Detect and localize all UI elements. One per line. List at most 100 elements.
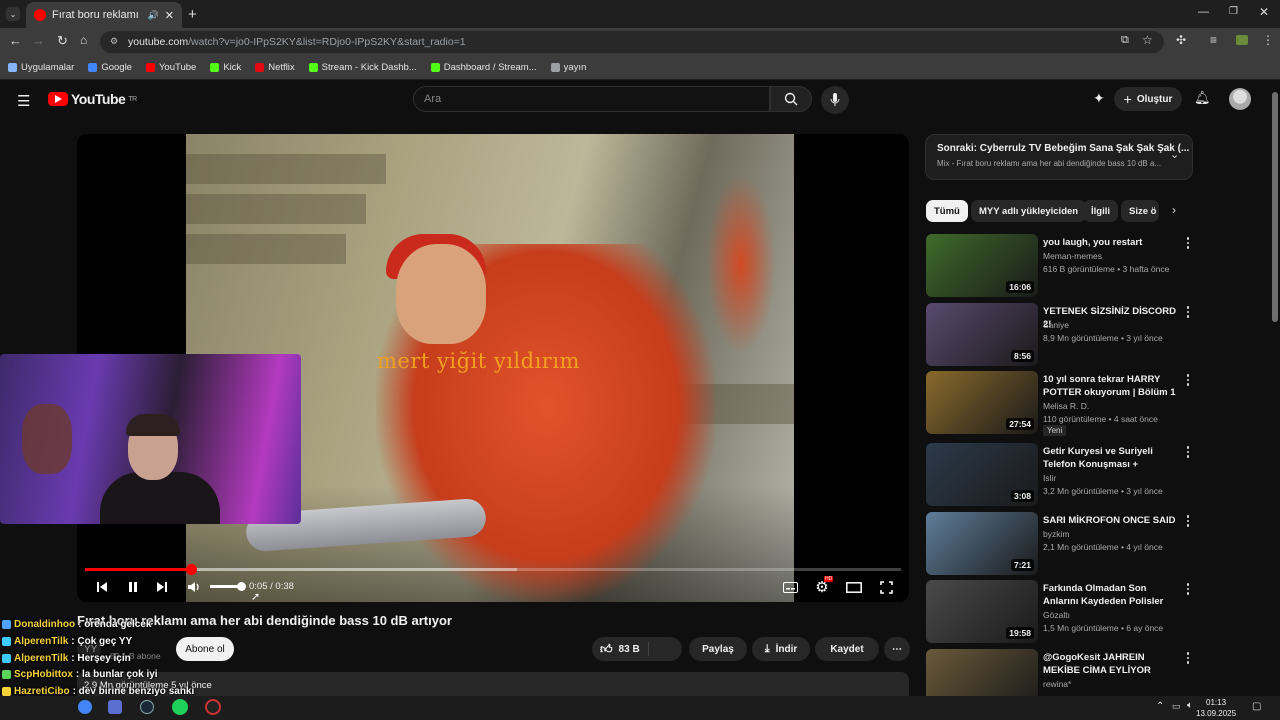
site-info-icon[interactable]: ⚙ bbox=[110, 36, 118, 47]
minimize-icon[interactable]: — bbox=[1198, 6, 1209, 18]
volume-slider[interactable] bbox=[210, 585, 240, 588]
restore-icon[interactable]: ❐ bbox=[1229, 6, 1238, 17]
taskbar-clock[interactable]: 01:13 13.09.2025 bbox=[1196, 697, 1236, 719]
recommended-video-title[interactable]: @GogoKesit JAHREIN MEKİBE CİMA EYLİYOR İ… bbox=[1043, 651, 1181, 677]
bookmark-item[interactable]: YouTube bbox=[145, 62, 196, 73]
address-bar[interactable]: youtube.com/watch?v=jo0-IPpS2KY&list=RDj… bbox=[100, 31, 1164, 53]
more-actions-button[interactable]: ⋯ bbox=[884, 637, 910, 661]
recommended-channel-name[interactable]: Gözaltı bbox=[1043, 610, 1070, 620]
save-button[interactable]: Kaydet bbox=[815, 637, 879, 661]
tab-close-icon[interactable]: ✕ bbox=[165, 9, 174, 22]
bookmark-item[interactable]: Uygulamalar bbox=[8, 62, 74, 73]
tab-search-icon[interactable]: ⌄ bbox=[6, 7, 20, 21]
bookmark-item[interactable]: yayın bbox=[550, 62, 586, 73]
chip-all[interactable]: Tümü bbox=[926, 200, 968, 222]
bookmark-item[interactable]: Netflix bbox=[255, 62, 295, 73]
voice-search-button[interactable] bbox=[821, 86, 849, 114]
mute-button[interactable] bbox=[185, 578, 203, 596]
recommended-video-title[interactable]: SARI MİKROFON ONCE SAID bbox=[1043, 514, 1181, 527]
chevron-right-icon[interactable]: › bbox=[1172, 203, 1176, 217]
video-thumbnail[interactable]: 7:21 bbox=[926, 512, 1038, 575]
recommended-video[interactable]: 16:06 you laugh, you restart Meman-memes 61… bbox=[925, 234, 1200, 298]
more-vertical-icon[interactable] bbox=[1181, 445, 1195, 459]
fullscreen-button[interactable] bbox=[877, 578, 895, 596]
chip-related[interactable]: İlgili bbox=[1083, 200, 1118, 222]
tray-chevron-icon[interactable]: ⌃ bbox=[1156, 701, 1164, 712]
recommended-video[interactable]: 19:58 Farkında Olmadan Son Anlarını Kayde… bbox=[925, 580, 1200, 644]
progress-bar[interactable] bbox=[85, 564, 901, 575]
like-button[interactable]: 👍︎ 83 B bbox=[592, 637, 682, 661]
scrollbar-thumb[interactable] bbox=[1272, 92, 1278, 322]
recommended-channel-name[interactable]: byzkim bbox=[1043, 529, 1069, 539]
recommended-video-title[interactable]: Getir Kuryesi ve Suriyeli Telefon Konuşm… bbox=[1043, 445, 1181, 471]
recommended-channel-name[interactable]: Melisa R. D. bbox=[1043, 401, 1089, 411]
chevron-down-icon[interactable]: ⌄ bbox=[1170, 148, 1179, 161]
chrome-taskbar-icon[interactable] bbox=[78, 700, 92, 714]
video-thumbnail[interactable]: 8:56 bbox=[926, 303, 1038, 366]
sparkle-icon[interactable]: ✦ bbox=[1093, 90, 1105, 107]
settings-button[interactable]: ⚙ HD bbox=[813, 576, 834, 596]
notifications-bell-icon[interactable]: 🔔︎ bbox=[1194, 90, 1211, 106]
recommended-video-title[interactable]: you laugh, you restart bbox=[1043, 236, 1181, 249]
account-avatar[interactable] bbox=[1229, 88, 1251, 110]
discord-taskbar-icon[interactable] bbox=[108, 700, 122, 714]
volume-handle[interactable] bbox=[237, 582, 246, 591]
subtitles-button[interactable] bbox=[781, 578, 799, 596]
recommended-channel-name[interactable]: Islir bbox=[1043, 473, 1056, 483]
recommended-video[interactable]: 27:54 10 yıl sonra tekrar HARRY POTTER ok… bbox=[925, 371, 1200, 436]
recommended-video-title[interactable]: 10 yıl sonra tekrar HARRY POTTER okuyoru… bbox=[1043, 373, 1181, 399]
recommended-video[interactable]: 3:08 Getir Kuryesi ve Suriyeli Telefon Ko… bbox=[925, 443, 1200, 507]
browser-tab[interactable]: Fırat boru reklamı ama her abi 🔊 ✕ bbox=[26, 2, 182, 28]
more-vertical-icon[interactable] bbox=[1181, 373, 1195, 387]
obs-taskbar-icon[interactable] bbox=[205, 699, 221, 715]
more-vertical-icon[interactable] bbox=[1181, 236, 1195, 250]
audio-playing-icon[interactable]: 🔊 bbox=[148, 10, 159, 21]
download-button[interactable]: ⤓ İndir bbox=[752, 637, 810, 661]
next-button[interactable] bbox=[153, 578, 171, 596]
search-button[interactable] bbox=[770, 86, 812, 112]
more-vertical-icon[interactable] bbox=[1181, 651, 1195, 665]
steam-taskbar-icon[interactable] bbox=[140, 700, 154, 714]
subscribe-button[interactable]: Abone ol bbox=[176, 637, 234, 661]
more-vertical-icon[interactable] bbox=[1181, 514, 1195, 528]
recommended-video-title[interactable]: Farkında Olmadan Son Anlarını Kaydeden P… bbox=[1043, 582, 1181, 608]
video-thumbnail[interactable]: 19:58 bbox=[926, 580, 1038, 643]
recommended-channel-name[interactable]: rewina* bbox=[1043, 679, 1071, 689]
new-tab-icon[interactable]: + bbox=[188, 6, 197, 23]
recommended-video[interactable]: 8:56 YETENEK SİZSİNİZ DİSCORD 2! Saniye 8,9… bbox=[925, 303, 1200, 367]
recommended-channel-name[interactable]: Meman-memes bbox=[1043, 251, 1102, 261]
bookmark-item[interactable]: Kick bbox=[210, 62, 241, 73]
video-thumbnail[interactable]: 27:54 bbox=[926, 371, 1038, 434]
video-thumbnail[interactable]: 3:08 bbox=[926, 443, 1038, 506]
pause-button[interactable] bbox=[124, 578, 142, 596]
bookmark-item[interactable]: Stream - Kick Dashb... bbox=[308, 62, 417, 73]
network-icon[interactable]: ▭ bbox=[1172, 701, 1181, 712]
bookmark-item[interactable]: Dashboard / Stream... bbox=[430, 62, 537, 73]
recommended-channel-name[interactable]: Saniye bbox=[1043, 320, 1069, 330]
home-icon[interactable]: ⌂ bbox=[80, 33, 87, 47]
theater-mode-button[interactable] bbox=[845, 578, 863, 596]
back-icon[interactable]: ← bbox=[9, 33, 22, 48]
video-thumbnail[interactable]: 16:06 bbox=[926, 234, 1038, 297]
recommended-video[interactable]: 7:21 SARI MİKROFON ONCE SAID byzkim 2,1 Mn … bbox=[925, 512, 1200, 576]
browser-menu-icon[interactable]: ⋮ bbox=[1262, 33, 1274, 47]
more-vertical-icon[interactable] bbox=[1181, 305, 1195, 319]
chip-for-you[interactable]: Size ö bbox=[1121, 200, 1159, 222]
forward-icon[interactable]: → bbox=[32, 33, 45, 48]
app-taskbar-icon[interactable] bbox=[172, 699, 188, 715]
install-app-icon[interactable]: ⧉ bbox=[1121, 34, 1129, 47]
previous-button[interactable] bbox=[93, 578, 111, 596]
extensions-icon[interactable]: ✣ bbox=[1176, 33, 1186, 47]
dislike-icon[interactable] bbox=[648, 642, 649, 656]
bookmark-item[interactable]: Google bbox=[88, 62, 132, 73]
hamburger-menu-icon[interactable]: ☰ bbox=[17, 92, 30, 110]
reload-icon[interactable]: ↻ bbox=[57, 33, 68, 49]
speaker-icon[interactable]: 🔈︎ bbox=[1187, 700, 1193, 711]
more-vertical-icon[interactable] bbox=[1181, 582, 1195, 596]
profile-icon[interactable] bbox=[1236, 35, 1248, 45]
scrubber-handle[interactable] bbox=[186, 564, 198, 575]
up-next-panel[interactable] bbox=[925, 134, 1193, 180]
share-button[interactable]: Paylaş bbox=[689, 637, 747, 661]
notification-center-icon[interactable]: ▢ bbox=[1252, 701, 1261, 712]
chip-from-uploader[interactable]: MYY adlı yükleyiciden bbox=[971, 200, 1087, 222]
